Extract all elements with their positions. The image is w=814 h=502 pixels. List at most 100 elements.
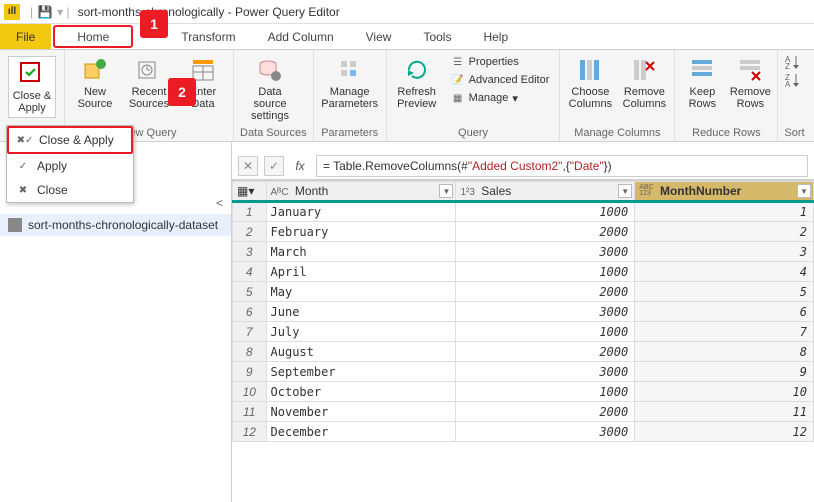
- ribbon-group-sort-label: Sort: [784, 127, 804, 139]
- column-header-sales[interactable]: 1²3 Sales ▼: [456, 182, 635, 202]
- cell-month[interactable]: July: [266, 322, 456, 342]
- apply-menuitem[interactable]: ✓ Apply: [7, 154, 133, 178]
- cell-monthnumber[interactable]: 2: [635, 222, 814, 242]
- formula-bar: ✕ ✓ fx = Table.RemoveColumns(#"Added Cus…: [232, 152, 814, 180]
- cell-month[interactable]: June: [266, 302, 456, 322]
- cell-month[interactable]: March: [266, 242, 456, 262]
- cell-sales[interactable]: 1000: [456, 202, 635, 222]
- cell-sales[interactable]: 1000: [456, 262, 635, 282]
- row-number: 8: [233, 342, 267, 362]
- formula-accept-button[interactable]: ✓: [264, 156, 284, 176]
- col-type-any-icon: ABC 123: [639, 185, 653, 196]
- tab-home[interactable]: Home: [53, 25, 133, 48]
- cell-monthnumber[interactable]: 11: [635, 402, 814, 422]
- tab-view[interactable]: View: [350, 24, 408, 49]
- save-icon[interactable]: 💾: [37, 4, 53, 20]
- cell-monthnumber[interactable]: 6: [635, 302, 814, 322]
- cell-sales[interactable]: 2000: [456, 342, 635, 362]
- sort-desc-button[interactable]: ZA: [784, 72, 802, 88]
- cell-month[interactable]: January: [266, 202, 456, 222]
- cell-sales[interactable]: 2000: [456, 402, 635, 422]
- tab-add-column[interactable]: Add Column: [252, 24, 350, 49]
- remove-columns-button[interactable]: Remove Columns: [620, 54, 668, 112]
- formula-input[interactable]: = Table.RemoveColumns(#"Added Custom2",{…: [316, 155, 808, 177]
- close-menuitem[interactable]: ✖ Close: [7, 178, 133, 202]
- cell-sales[interactable]: 2000: [456, 282, 635, 302]
- keep-rows-label: Keep Rows: [689, 86, 717, 110]
- table-row[interactable]: 10October100010: [233, 382, 814, 402]
- ribbon-group-manage-columns: Choose Columns Remove Columns Manage Col…: [560, 50, 675, 141]
- recent-sources-button[interactable]: Recent Sources: [125, 54, 173, 112]
- remove-rows-button[interactable]: Remove Rows: [729, 54, 771, 112]
- cell-monthnumber[interactable]: 7: [635, 322, 814, 342]
- cell-sales[interactable]: 3000: [456, 302, 635, 322]
- rownum-header[interactable]: ▦▾: [233, 182, 267, 202]
- table-row[interactable]: 4April10004: [233, 262, 814, 282]
- choose-columns-button[interactable]: Choose Columns: [566, 54, 614, 112]
- tab-transform[interactable]: Transform: [165, 24, 251, 49]
- manage-parameters-button[interactable]: Manage Parameters: [320, 54, 380, 112]
- col-type-num-icon: 1²3: [460, 187, 474, 198]
- formula-cancel-button[interactable]: ✕: [238, 156, 258, 176]
- refresh-preview-button[interactable]: Refresh Preview: [393, 54, 441, 112]
- table-row[interactable]: 12December300012: [233, 422, 814, 442]
- column-header-monthnumber[interactable]: ABC 123 MonthNumber ▼: [635, 182, 814, 202]
- close-apply-button[interactable]: Close & Apply: [8, 56, 56, 118]
- table-row[interactable]: 11November200011: [233, 402, 814, 422]
- cell-sales[interactable]: 3000: [456, 422, 635, 442]
- cell-monthnumber[interactable]: 4: [635, 262, 814, 282]
- table-row[interactable]: 9September30009: [233, 362, 814, 382]
- column-dropdown-icon[interactable]: ▼: [797, 184, 811, 198]
- ribbon-group-sort: AZ ZA Sort: [778, 50, 810, 141]
- cell-monthnumber[interactable]: 1: [635, 202, 814, 222]
- cell-sales[interactable]: 1000: [456, 322, 635, 342]
- cell-month[interactable]: December: [266, 422, 456, 442]
- row-number: 11: [233, 402, 267, 422]
- cell-sales[interactable]: 2000: [456, 222, 635, 242]
- tab-file[interactable]: File: [0, 24, 51, 49]
- sort-asc-button[interactable]: AZ: [784, 54, 802, 70]
- cell-monthnumber[interactable]: 9: [635, 362, 814, 382]
- data-source-settings-button[interactable]: Data source settings: [240, 54, 300, 124]
- table-row[interactable]: 6June30006: [233, 302, 814, 322]
- column-dropdown-icon[interactable]: ▼: [439, 184, 453, 198]
- table-row[interactable]: 8August20008: [233, 342, 814, 362]
- cell-monthnumber[interactable]: 10: [635, 382, 814, 402]
- cell-sales[interactable]: 3000: [456, 362, 635, 382]
- remove-columns-icon: [630, 56, 658, 84]
- column-dropdown-icon[interactable]: ▼: [618, 184, 632, 198]
- data-grid: ▦▾ AᴮC Month ▼ 1²3 Sales ▼ ABC 123: [232, 180, 814, 502]
- cell-sales[interactable]: 3000: [456, 242, 635, 262]
- tab-help[interactable]: Help: [467, 24, 524, 49]
- window-title: sort-months-chronologically - Power Quer…: [78, 5, 340, 19]
- close-apply-menuitem[interactable]: ✖✓ Close & Apply: [7, 126, 133, 154]
- table-row[interactable]: 3March30003: [233, 242, 814, 262]
- collapse-queries-icon[interactable]: <: [216, 196, 223, 210]
- column-header-month[interactable]: AᴮC Month ▼: [266, 182, 456, 202]
- fx-icon[interactable]: fx: [290, 156, 310, 176]
- new-source-button[interactable]: New Source: [71, 54, 119, 112]
- cell-monthnumber[interactable]: 12: [635, 422, 814, 442]
- manage-button[interactable]: ▦Manage ▾: [447, 90, 554, 106]
- cell-month[interactable]: October: [266, 382, 456, 402]
- table-row[interactable]: 5May20005: [233, 282, 814, 302]
- cell-month[interactable]: February: [266, 222, 456, 242]
- cell-monthnumber[interactable]: 3: [635, 242, 814, 262]
- tab-tools[interactable]: Tools: [407, 24, 467, 49]
- cell-month[interactable]: August: [266, 342, 456, 362]
- cell-sales[interactable]: 1000: [456, 382, 635, 402]
- cell-month[interactable]: September: [266, 362, 456, 382]
- cell-month[interactable]: April: [266, 262, 456, 282]
- title-bar: ıll | 💾 ▾ | sort-months-chronologically …: [0, 0, 814, 24]
- cell-monthnumber[interactable]: 8: [635, 342, 814, 362]
- table-row[interactable]: 2February20002: [233, 222, 814, 242]
- keep-rows-button[interactable]: Keep Rows: [681, 54, 723, 112]
- advanced-editor-button[interactable]: 📝Advanced Editor: [447, 72, 554, 88]
- query-item[interactable]: sort-months-chronologically-dataset: [0, 214, 231, 236]
- cell-month[interactable]: November: [266, 402, 456, 422]
- cell-month[interactable]: May: [266, 282, 456, 302]
- properties-button[interactable]: ☰Properties: [447, 54, 554, 70]
- cell-monthnumber[interactable]: 5: [635, 282, 814, 302]
- table-row[interactable]: 7July10007: [233, 322, 814, 342]
- table-row[interactable]: 1January10001: [233, 202, 814, 222]
